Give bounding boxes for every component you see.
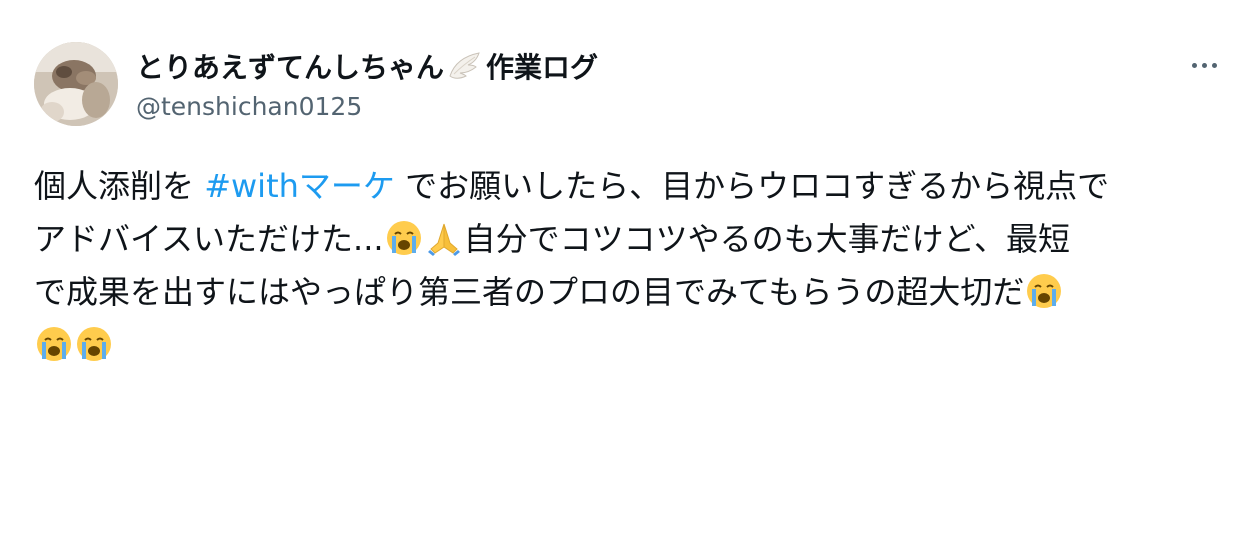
- loudly-crying-face-icon: [1025, 272, 1063, 310]
- author-name-row[interactable]: とりあえずてんしちゃん 作業ログ: [136, 44, 598, 88]
- avatar[interactable]: [34, 42, 118, 126]
- loudly-crying-face-icon: [385, 219, 423, 257]
- tweet-text: 個人添削を #withマーケ でお願いしたら、目からウロコすぎるから視点で アド…: [34, 160, 1220, 372]
- tweet-text-segment: アドバイスいただけた...: [34, 220, 384, 258]
- wing-icon: [446, 50, 482, 82]
- author-handle[interactable]: @tenshichan0125: [136, 92, 362, 121]
- tweet-text-segment: でお願いしたら、目からウロコすぎるから視点で: [394, 167, 1110, 205]
- loudly-crying-face-icon: [75, 325, 113, 363]
- more-horizontal-icon: [1191, 62, 1197, 68]
- hashtag-link[interactable]: #withマーケ: [204, 167, 395, 205]
- tweet: とりあえずてんしちゃん 作業ログ @tenshichan0125 個人添削を #…: [0, 0, 1256, 560]
- avatar-image: [34, 42, 118, 126]
- tweet-text-segment: 自分でコツコツやるのも大事だけど、最短: [463, 220, 1070, 258]
- display-name-suffix[interactable]: 作業ログ: [486, 46, 598, 86]
- loudly-crying-face-icon: [35, 325, 73, 363]
- tweet-text-segment: 個人添削を: [34, 167, 205, 205]
- tweet-text-segment: で成果を出すにはやっぱり第三者のプロの目でみてもらうの超大切だ: [34, 273, 1025, 311]
- folded-hands-icon: [425, 219, 463, 257]
- more-horizontal-icon-dot: [1211, 62, 1217, 68]
- more-options-button[interactable]: [1182, 50, 1226, 80]
- display-name[interactable]: とりあえずてんしちゃん: [136, 46, 444, 86]
- more-horizontal-icon-dot: [1201, 62, 1207, 68]
